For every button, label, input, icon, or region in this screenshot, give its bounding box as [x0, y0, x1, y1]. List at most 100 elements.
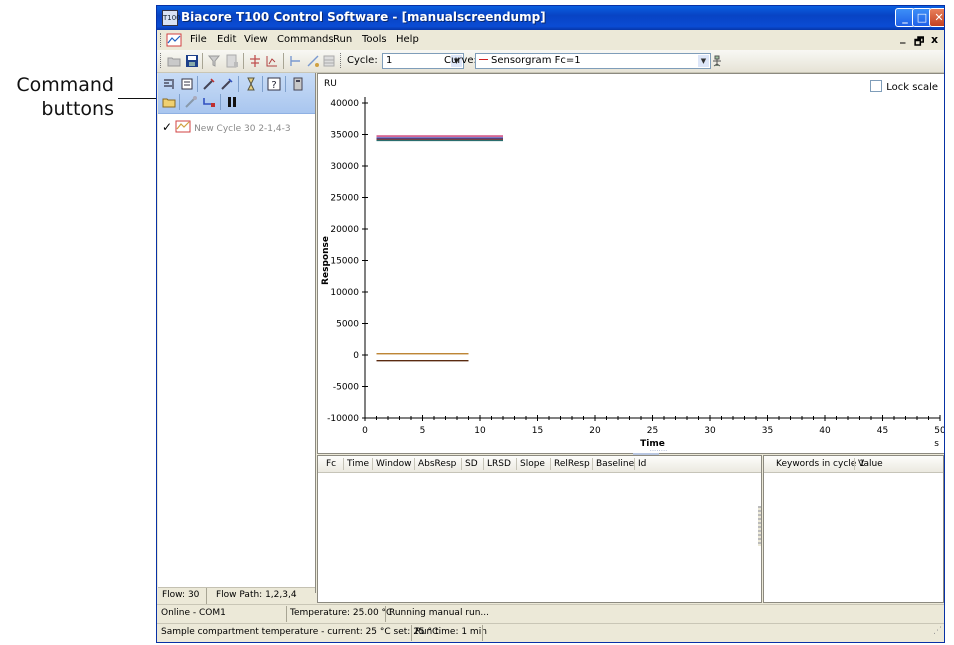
toolbar-separator	[262, 76, 263, 92]
document-icon	[166, 33, 182, 47]
annotation-pointer-line	[118, 98, 156, 99]
menu-file[interactable]: File	[190, 34, 207, 45]
keywords-table: Keywords in cycle 1 Value	[763, 455, 944, 603]
cycle-value: 1	[386, 55, 393, 66]
menu-edit[interactable]: Edit	[217, 34, 236, 45]
menu-help[interactable]: Help	[396, 34, 419, 45]
menu-commands[interactable]: Commands	[277, 34, 334, 45]
flow-step-icon[interactable]	[202, 95, 216, 109]
help-icon[interactable]: ?	[267, 77, 281, 91]
y-tick-label: 30000	[330, 162, 359, 172]
run-time-status: Run time: 1 min	[415, 627, 487, 637]
toolbar-separator	[179, 94, 180, 110]
checkmark-icon: ✓	[162, 120, 173, 134]
column-separator[interactable]	[372, 458, 373, 470]
y-tick-label: 10000	[330, 288, 359, 298]
column-separator[interactable]	[550, 458, 551, 470]
column-header-lrsd[interactable]: LRSD	[487, 459, 511, 469]
instrument-icon[interactable]	[291, 77, 305, 91]
pane-splitter-grip[interactable]	[758, 506, 761, 546]
menubar-grip[interactable]	[160, 33, 164, 47]
x-unit-label: s	[934, 439, 939, 449]
curve-label: Curve:	[444, 55, 477, 66]
column-separator[interactable]	[343, 458, 344, 470]
y-axis-label: Response	[321, 236, 331, 285]
curve-select[interactable]: Sensorgram Fc=1 ▼	[475, 53, 711, 69]
column-separator[interactable]	[592, 458, 593, 470]
menu-run[interactable]: Run	[333, 34, 352, 45]
column-separator[interactable]	[854, 458, 855, 470]
cycle-icon	[175, 120, 191, 133]
y-tick-label: 20000	[330, 225, 359, 235]
toolbar-separator	[202, 53, 203, 69]
report-point-table: Fc Time Window AbsResp SD LRSD Slope RelResp Bas…	[317, 455, 762, 603]
report-icon[interactable]	[225, 54, 239, 68]
column-separator[interactable]	[516, 458, 517, 470]
tree-item[interactable]: ✓ New Cycle 30 2-1,4-3	[162, 120, 291, 134]
sensorgram-graph[interactable]: Lock scale 40000 35000 30000 25000 20000 1500…	[317, 73, 944, 454]
wash-icon[interactable]	[220, 77, 234, 91]
curve-options-icon[interactable]	[710, 54, 724, 68]
column-header-window[interactable]: Window	[376, 459, 412, 469]
y-unit-label: RU	[324, 79, 337, 89]
reference-line-icon[interactable]	[288, 54, 302, 68]
column-header-time[interactable]: Time	[347, 459, 369, 469]
title-bar[interactable]: T100 Biacore T100 Control Software - [ma…	[157, 6, 944, 30]
slope-icon[interactable]	[306, 54, 320, 68]
x-tick-label: 25	[647, 426, 658, 436]
x-tick-label: 15	[532, 426, 543, 436]
connection-status: Online - COM1	[161, 608, 226, 618]
cycle-label: Cycle:	[347, 55, 378, 66]
filter-icon[interactable]	[207, 54, 221, 68]
mdi-close-button[interactable]: x	[931, 33, 938, 46]
x-tick-label: 45	[877, 426, 888, 436]
column-header-fc[interactable]: Fc	[326, 459, 336, 469]
status-bar: Online - COM1 Temperature: 25.00 °C Runn…	[157, 604, 944, 624]
column-header-sd[interactable]: SD	[465, 459, 478, 469]
inject-icon[interactable]	[202, 77, 216, 91]
column-separator[interactable]	[483, 458, 484, 470]
pause-icon[interactable]	[225, 95, 239, 109]
report-point-header: Fc Time Window AbsResp SD LRSD Slope RelResp Bas…	[318, 456, 761, 473]
column-header-slope[interactable]: Slope	[520, 459, 545, 469]
y-tick-label: 0	[353, 351, 359, 361]
toolbar-grip[interactable]	[160, 53, 164, 68]
folder-icon[interactable]	[162, 95, 176, 109]
column-separator[interactable]	[461, 458, 462, 470]
column-separator[interactable]	[414, 458, 415, 470]
toolbar-separator	[285, 76, 286, 92]
menu-view[interactable]: View	[244, 34, 268, 45]
adjust-icon[interactable]	[248, 54, 262, 68]
open-folder-icon[interactable]	[167, 54, 181, 68]
curve-select-icon[interactable]	[265, 54, 279, 68]
toolbar-separator	[238, 76, 239, 92]
column-header-id[interactable]: Id	[638, 459, 646, 469]
hourglass-icon[interactable]	[244, 77, 258, 91]
toolbar-separator	[220, 94, 221, 110]
pipette-icon[interactable]	[184, 95, 198, 109]
table-icon[interactable]	[322, 54, 336, 68]
run-cycle-icon[interactable]	[162, 77, 176, 91]
y-tick-label: 40000	[330, 99, 359, 109]
keywords-column-header-value[interactable]: Value	[858, 459, 883, 469]
menu-tools[interactable]: Tools	[362, 34, 387, 45]
resize-grip-icon[interactable]: ⋰	[933, 626, 942, 636]
mdi-minimize-button[interactable]: _	[900, 31, 906, 44]
command-buttons-bar: ?	[158, 73, 315, 114]
chevron-down-icon[interactable]: ▼	[698, 55, 709, 67]
annotation-label: Command buttons	[0, 73, 114, 121]
y-tick-label: 15000	[330, 257, 359, 267]
keywords-column-header-keywords-in-cycle-1[interactable]: Keywords in cycle 1	[776, 459, 865, 469]
column-header-relresp[interactable]: RelResp	[554, 459, 590, 469]
temperature-status: Temperature: 25.00 °C	[290, 608, 393, 618]
toolbar: Cycle: 1 ▼ Curve: Sensorgram Fc=1 ▼	[157, 50, 944, 73]
column-header-baseline[interactable]: Baseline	[596, 459, 634, 469]
toolbar-grip[interactable]	[340, 53, 344, 68]
column-separator[interactable]	[634, 458, 635, 470]
status-separator	[482, 625, 483, 641]
annotation-line-1: Command	[16, 74, 114, 96]
close-button[interactable]: ✕	[929, 8, 944, 27]
sample-list-icon[interactable]	[180, 77, 194, 91]
save-icon[interactable]	[185, 54, 199, 68]
column-header-absresp[interactable]: AbsResp	[418, 459, 456, 469]
